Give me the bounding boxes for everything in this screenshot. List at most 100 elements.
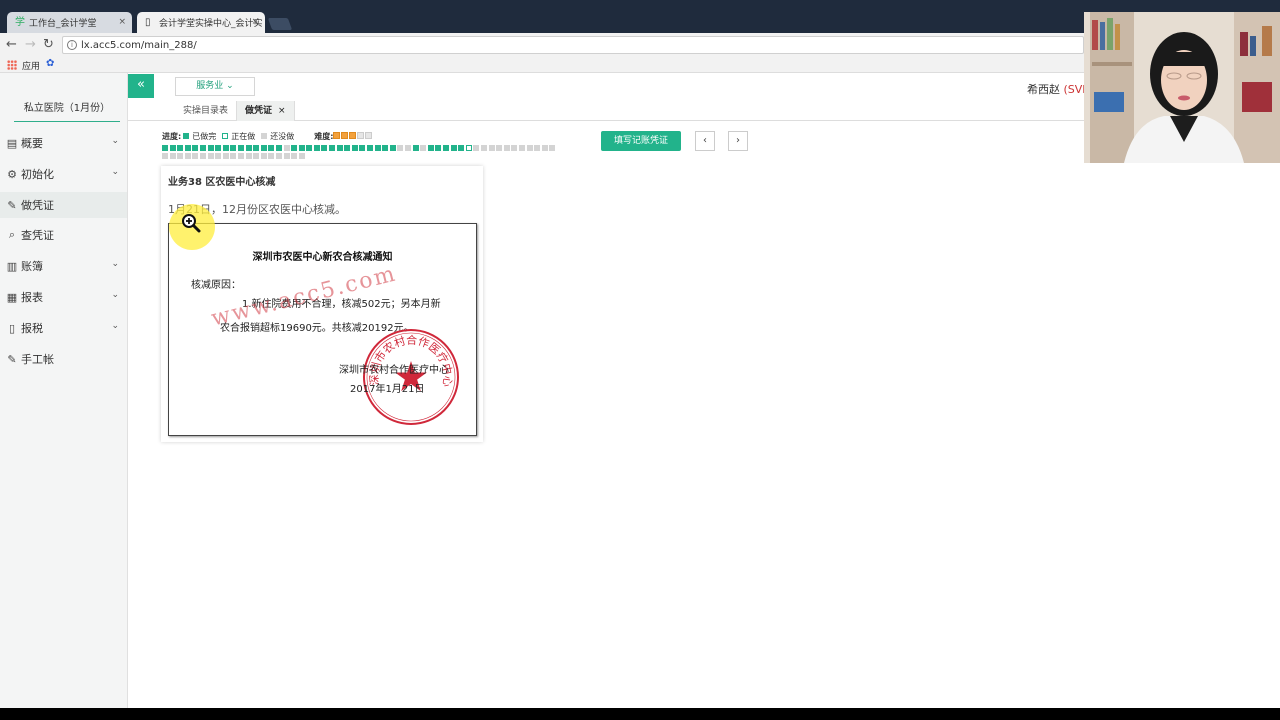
browser-tab-practice[interactable]: ▯ 会计学堂实操中心_会计实 × bbox=[137, 12, 265, 33]
progress-cell[interactable] bbox=[313, 145, 320, 151]
notice-document[interactable]: 深圳市农医中心新农合核减通知 核减原因： 1.新住院费用不合理，核减502元；另… bbox=[168, 223, 477, 436]
forward-arrow-icon[interactable]: → bbox=[25, 37, 36, 53]
zoom-cursor[interactable] bbox=[169, 204, 215, 250]
reload-icon[interactable]: ↻ bbox=[43, 37, 54, 53]
tab-practice-catalog[interactable]: 实操目录表 bbox=[175, 101, 236, 121]
prev-task-button[interactable]: ‹ bbox=[695, 131, 715, 151]
sidebar-item-manual-ledger[interactable]: ✎ 手工帐 bbox=[0, 346, 127, 372]
progress-cell[interactable] bbox=[275, 145, 282, 151]
progress-cell[interactable] bbox=[283, 153, 290, 159]
progress-cell[interactable] bbox=[215, 153, 222, 159]
progress-cell[interactable] bbox=[177, 153, 184, 159]
new-tab-button[interactable] bbox=[267, 18, 293, 30]
progress-cell[interactable] bbox=[237, 145, 244, 151]
next-task-button[interactable]: › bbox=[728, 131, 748, 151]
progress-cell[interactable] bbox=[283, 145, 290, 151]
apps-bookmark[interactable]: 应用 bbox=[22, 59, 40, 72]
progress-cell[interactable] bbox=[260, 153, 267, 159]
sidebar-item-check-voucher[interactable]: ⌕ 查凭证 bbox=[0, 222, 127, 248]
progress-cell[interactable] bbox=[321, 145, 328, 151]
close-icon[interactable]: × bbox=[118, 17, 126, 27]
progress-cell[interactable] bbox=[291, 145, 298, 151]
progress-cell[interactable] bbox=[192, 153, 199, 159]
progress-cell[interactable] bbox=[291, 153, 298, 159]
sidebar-item-overview[interactable]: ▤ 概要 ⌄ bbox=[0, 130, 127, 156]
progress-cell[interactable] bbox=[367, 145, 374, 151]
user-name[interactable]: 希西赵 (SVI bbox=[1027, 81, 1086, 97]
progress-cell[interactable] bbox=[245, 145, 252, 151]
progress-cell[interactable] bbox=[215, 145, 222, 151]
sidebar-item-tax[interactable]: ▯ 报税 ⌄ bbox=[0, 315, 127, 341]
progress-cell[interactable] bbox=[336, 145, 343, 151]
progress-cell[interactable] bbox=[458, 145, 465, 151]
progress-cell[interactable] bbox=[450, 145, 457, 151]
address-bar[interactable]: i lx.acc5.com/main_288/ bbox=[62, 36, 1084, 54]
progress-cell[interactable] bbox=[427, 145, 434, 151]
progress-cell[interactable] bbox=[329, 145, 336, 151]
progress-cell[interactable] bbox=[169, 153, 176, 159]
progress-cell[interactable] bbox=[184, 153, 191, 159]
progress-cell[interactable] bbox=[298, 145, 305, 151]
progress-cell[interactable] bbox=[199, 153, 206, 159]
progress-cell[interactable] bbox=[511, 145, 518, 151]
progress-cell[interactable] bbox=[526, 145, 533, 151]
progress-cell[interactable] bbox=[230, 145, 237, 151]
progress-cell[interactable] bbox=[488, 145, 495, 151]
progress-cell[interactable] bbox=[351, 145, 358, 151]
progress-cell[interactable] bbox=[374, 145, 381, 151]
sidebar-item-make-voucher[interactable]: ✎ 做凭证 bbox=[0, 192, 127, 218]
progress-cell[interactable] bbox=[222, 153, 229, 159]
sidebar-item-reports[interactable]: ▦ 报表 ⌄ bbox=[0, 284, 127, 310]
progress-cell[interactable] bbox=[298, 153, 305, 159]
progress-cell[interactable] bbox=[169, 145, 176, 151]
progress-cell[interactable] bbox=[199, 145, 206, 151]
progress-cell[interactable] bbox=[465, 145, 472, 151]
progress-cell[interactable] bbox=[389, 145, 396, 151]
progress-cell[interactable] bbox=[435, 145, 442, 151]
progress-cell[interactable] bbox=[534, 145, 541, 151]
progress-cell[interactable] bbox=[480, 145, 487, 151]
progress-cell[interactable] bbox=[184, 145, 191, 151]
progress-cell[interactable] bbox=[253, 153, 260, 159]
collapse-sidebar-button[interactable]: « bbox=[128, 74, 154, 98]
progress-cell[interactable] bbox=[442, 145, 449, 151]
progress-cell[interactable] bbox=[306, 145, 313, 151]
back-arrow-icon[interactable]: ← bbox=[6, 37, 17, 53]
progress-cell[interactable] bbox=[473, 145, 480, 151]
industry-select[interactable]: 服务业 ⌄ bbox=[175, 77, 255, 96]
progress-cell[interactable] bbox=[162, 153, 168, 159]
sidebar-item-init[interactable]: ⚙ 初始化 ⌄ bbox=[0, 161, 127, 187]
progress-cell[interactable] bbox=[275, 153, 282, 159]
tab-make-voucher[interactable]: 做凭证 × bbox=[236, 101, 295, 121]
progress-cell[interactable] bbox=[177, 145, 184, 151]
fill-voucher-button[interactable]: 填写记账凭证 bbox=[601, 131, 681, 151]
progress-cell[interactable] bbox=[230, 153, 237, 159]
progress-cell[interactable] bbox=[222, 145, 229, 151]
browser-tab-workspace[interactable]: 学 工作台_会计学堂 × bbox=[7, 12, 132, 33]
progress-cell[interactable] bbox=[518, 145, 525, 151]
progress-cell[interactable] bbox=[268, 153, 275, 159]
progress-cell[interactable] bbox=[260, 145, 267, 151]
apps-grid-icon[interactable] bbox=[7, 60, 17, 70]
progress-cell[interactable] bbox=[541, 145, 548, 151]
progress-cell[interactable] bbox=[503, 145, 510, 151]
progress-cell[interactable] bbox=[245, 153, 252, 159]
progress-cell[interactable] bbox=[162, 145, 168, 151]
progress-cell[interactable] bbox=[496, 145, 503, 151]
progress-cell[interactable] bbox=[207, 153, 214, 159]
paw-icon[interactable]: ✿ bbox=[46, 58, 54, 69]
close-icon[interactable]: × bbox=[278, 106, 286, 116]
progress-cell[interactable] bbox=[405, 145, 411, 151]
sidebar-item-ledger[interactable]: ▥ 账簿 ⌄ bbox=[0, 253, 127, 279]
progress-cell[interactable] bbox=[412, 145, 419, 151]
progress-cell[interactable] bbox=[253, 145, 260, 151]
close-icon[interactable]: × bbox=[251, 17, 259, 27]
progress-cell[interactable] bbox=[420, 145, 427, 151]
progress-cell[interactable] bbox=[549, 145, 556, 151]
progress-cell[interactable] bbox=[382, 145, 389, 151]
progress-cell[interactable] bbox=[207, 145, 214, 151]
progress-cell[interactable] bbox=[397, 145, 404, 151]
progress-cell[interactable] bbox=[192, 145, 199, 151]
progress-cell[interactable] bbox=[268, 145, 275, 151]
progress-cell[interactable] bbox=[344, 145, 351, 151]
